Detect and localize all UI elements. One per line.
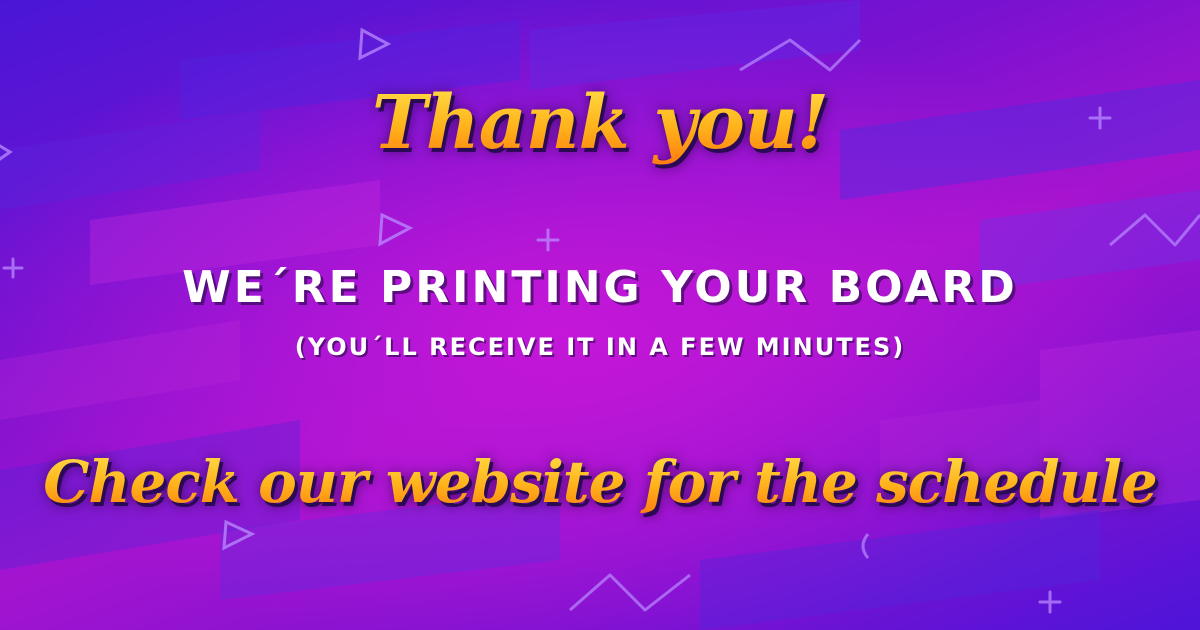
thank-you-banner: Thank you! We´re printing your board (Yo… <box>0 0 1200 630</box>
schedule-call-to-action: Check our website for the schedule <box>0 448 1200 516</box>
zigzag-icon <box>569 573 691 612</box>
diagonal-stripe <box>700 510 1100 630</box>
plus-icon <box>1038 590 1062 614</box>
triangle-outline-icon <box>378 212 414 247</box>
receive-time-note: (You´ll receive it in a few minutes) <box>294 333 906 361</box>
plus-icon <box>536 228 560 252</box>
thank-you-headline: Thank you! <box>0 80 1200 166</box>
printing-status-message: We´re printing your board <box>182 262 1018 313</box>
diagonal-stripe <box>530 0 860 90</box>
